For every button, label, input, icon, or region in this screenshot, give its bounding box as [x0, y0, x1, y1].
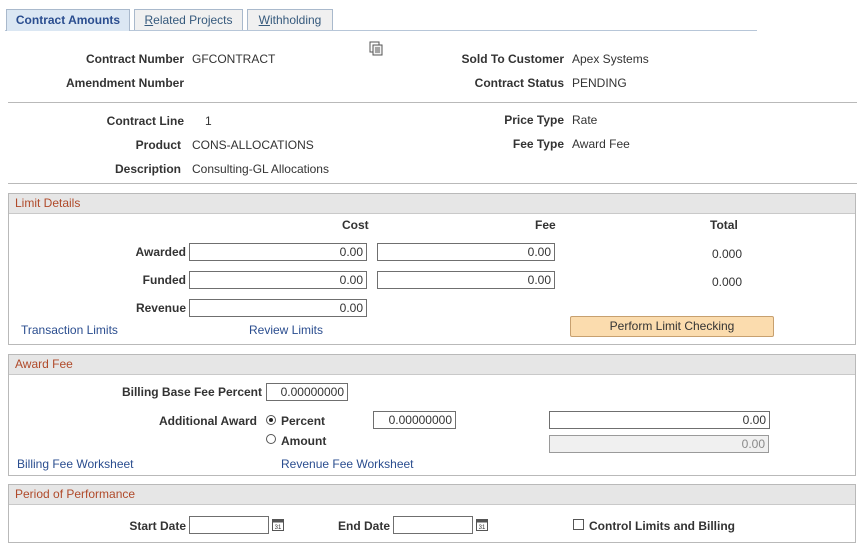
billing-base-fee-percent-label: Billing Base Fee Percent: [121, 385, 262, 399]
svg-text:31: 31: [275, 525, 282, 531]
price-type-label: Price Type: [504, 113, 564, 127]
end-date-input[interactable]: [393, 516, 473, 534]
awarded-label: Awarded: [135, 245, 186, 259]
start-date-calendar-icon[interactable]: 31: [272, 518, 284, 531]
revenue-label: Revenue: [135, 301, 186, 315]
amendment-number-label: Amendment Number: [65, 76, 184, 90]
amount-radio[interactable]: [266, 434, 276, 444]
fee-type-value: Award Fee: [572, 137, 630, 151]
svg-text:31: 31: [479, 525, 486, 531]
period-of-performance-section: Period of Performance: [8, 484, 856, 543]
billing-fee-worksheet-link[interactable]: Billing Fee Worksheet: [17, 457, 134, 471]
amount-radio-label: Amount: [281, 434, 327, 448]
revenue-fee-worksheet-link[interactable]: Revenue Fee Worksheet: [281, 457, 414, 471]
percent-radio-label: Percent: [281, 414, 326, 428]
description-value: Consulting-GL Allocations: [192, 162, 329, 176]
awarded-total-value: 0.000: [712, 247, 743, 261]
funded-label: Funded: [142, 273, 186, 287]
additional-award-percent-input[interactable]: [373, 411, 456, 429]
contract-line-value: 1: [205, 114, 212, 128]
tab-withholding-accesskey: W: [258, 13, 270, 27]
tab-related-projects[interactable]: Related Projects: [134, 9, 243, 30]
funded-cost-input[interactable]: [189, 271, 367, 289]
awarded-cost-input[interactable]: [189, 243, 367, 261]
additional-award-label: Additional Award: [158, 414, 257, 428]
limit-details-title: Limit Details: [9, 194, 855, 214]
contract-status-label: Contract Status: [474, 76, 564, 90]
product-label: Product: [135, 138, 181, 152]
percent-radio[interactable]: [266, 415, 276, 425]
period-of-performance-title: Period of Performance: [9, 485, 855, 505]
fee-type-label: Fee Type: [512, 137, 564, 151]
revenue-cost-input[interactable]: [189, 299, 367, 317]
price-type-value: Rate: [572, 113, 598, 127]
award-fee-title: Award Fee: [9, 355, 855, 375]
sold-to-customer-value: Apex Systems: [572, 52, 649, 66]
tab-withholding-label: ithholding: [269, 13, 322, 27]
start-date-input[interactable]: [189, 516, 269, 534]
document-stack-icon[interactable]: [369, 41, 385, 57]
control-limits-and-billing-checkbox[interactable]: [573, 519, 584, 530]
separator-middle: [8, 183, 857, 184]
tab-contract-amounts[interactable]: Contract Amounts: [6, 9, 130, 31]
funded-fee-input[interactable]: [377, 271, 555, 289]
total-column-header: Total: [710, 218, 738, 232]
sold-to-customer-label: Sold To Customer: [461, 52, 564, 66]
end-date-label: End Date: [337, 519, 390, 533]
product-value: CONS-ALLOCATIONS: [192, 138, 314, 152]
tab-related-projects-label: elated Projects: [153, 13, 233, 27]
separator-top: [8, 102, 857, 103]
perform-limit-checking-button[interactable]: Perform Limit Checking: [570, 316, 774, 337]
awarded-fee-input[interactable]: [377, 243, 555, 261]
transaction-limits-link[interactable]: Transaction Limits: [21, 323, 118, 337]
funded-total-value: 0.000: [712, 275, 743, 289]
review-limits-link[interactable]: Review Limits: [249, 323, 323, 337]
control-limits-and-billing-label: Control Limits and Billing: [589, 519, 735, 533]
additional-award-percent-amount-input[interactable]: [549, 411, 770, 429]
contract-number-value: GFCONTRACT: [192, 52, 276, 66]
end-date-calendar-icon[interactable]: 31: [476, 518, 488, 531]
description-label: Description: [114, 162, 181, 176]
additional-award-amount-input: [549, 435, 769, 453]
billing-base-fee-percent-input[interactable]: [266, 383, 348, 401]
fee-column-header: Fee: [535, 218, 556, 232]
tab-contract-amounts-label: Contract Amounts: [15, 13, 121, 27]
tab-related-projects-accesskey: R: [144, 13, 154, 27]
cost-column-header: Cost: [342, 218, 369, 232]
tab-withholding[interactable]: Withholding: [247, 9, 333, 30]
start-date-label: Start Date: [129, 519, 186, 533]
contract-line-label: Contract Line: [106, 114, 184, 128]
contract-status-value: PENDING: [572, 76, 627, 90]
contract-number-label: Contract Number: [85, 52, 184, 66]
